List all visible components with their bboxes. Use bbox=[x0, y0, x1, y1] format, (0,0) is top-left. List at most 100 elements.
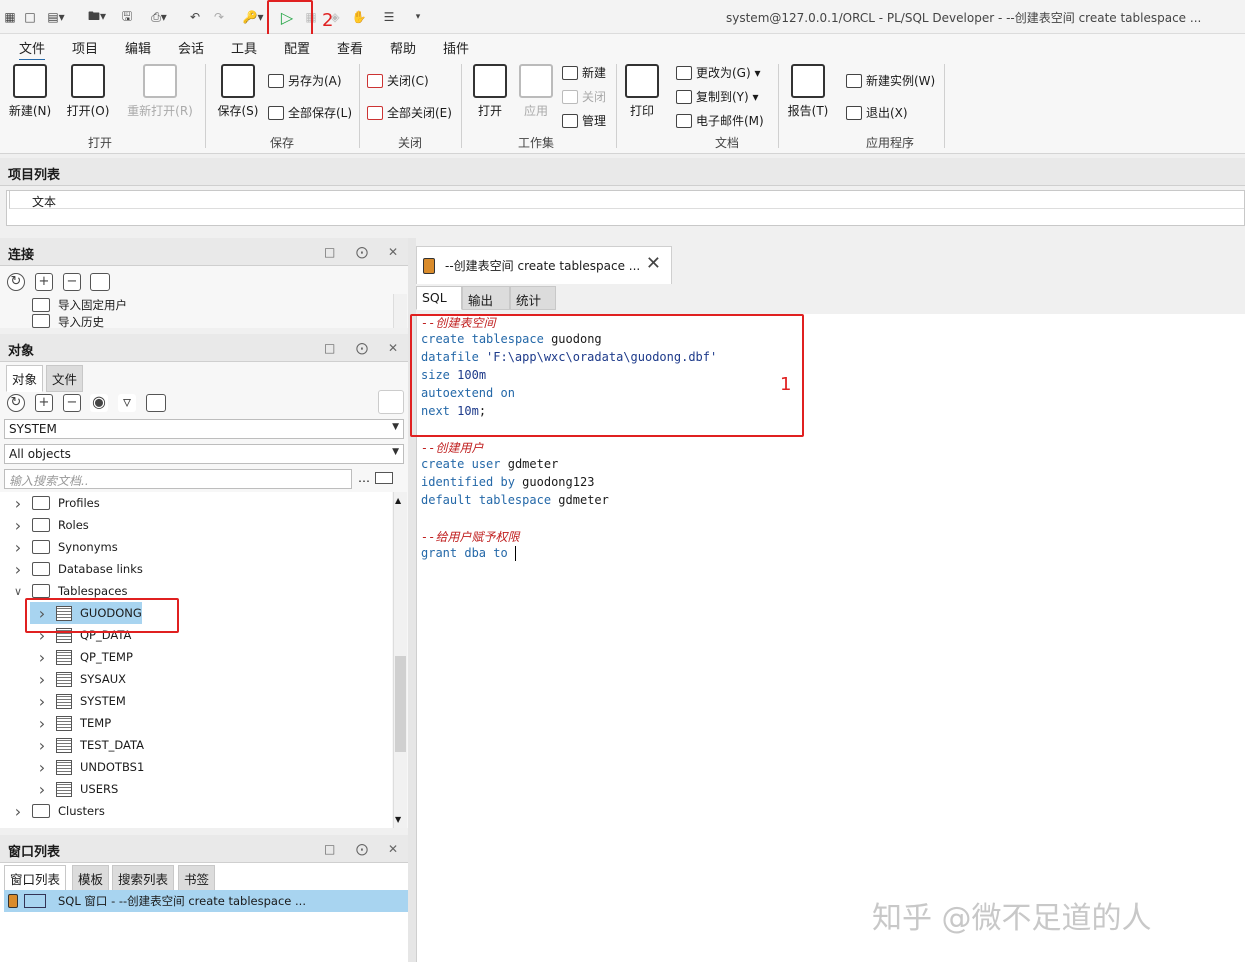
folder-add-icon[interactable] bbox=[146, 394, 166, 412]
save-icon[interactable]: 🖫 bbox=[118, 7, 136, 27]
change-to-button[interactable]: 更改为(G) ▾ bbox=[676, 64, 761, 81]
new-window-icon[interactable]: □ bbox=[20, 7, 40, 27]
document-tab[interactable]: --创建表空间 create tablespace ... ✕ bbox=[416, 246, 672, 284]
close-tab-icon[interactable]: ✕ bbox=[646, 253, 661, 274]
binoculars-icon[interactable]: ◉ bbox=[90, 394, 108, 412]
workset-open-button[interactable]: 打开 bbox=[464, 64, 516, 119]
refresh-icon[interactable]: ↻ bbox=[7, 394, 25, 412]
tree-tablespace-item[interactable]: › USERS bbox=[36, 778, 118, 800]
maximize-icon[interactable]: □ bbox=[324, 341, 335, 355]
workset-close-button[interactable]: 关闭 bbox=[562, 88, 606, 105]
menu-project[interactable]: 项目 bbox=[72, 38, 98, 57]
scroll-down-icon[interactable]: ▼ bbox=[395, 815, 401, 824]
chevron-right-icon[interactable]: › bbox=[36, 780, 48, 799]
new-instance-button[interactable]: 新建实例(W) bbox=[846, 72, 935, 89]
tree-folder-item[interactable]: › Clusters bbox=[12, 800, 105, 822]
refresh-icon[interactable]: ↻ bbox=[7, 273, 25, 291]
tree-tablespace-item[interactable]: › SYSAUX bbox=[36, 668, 126, 690]
list-item[interactable]: 导入历史 bbox=[32, 314, 104, 328]
tab-output[interactable]: 输出 bbox=[462, 286, 510, 310]
chevron-right-icon[interactable]: › bbox=[36, 670, 48, 689]
customize-dropdown-icon[interactable]: ▾ bbox=[412, 7, 424, 27]
menu-help[interactable]: 帮助 bbox=[390, 38, 416, 57]
close-all-button[interactable]: 全部关闭(E) bbox=[367, 104, 452, 121]
tree-folder-item[interactable]: › Profiles bbox=[12, 492, 100, 514]
collapse-all-icon[interactable]: − bbox=[63, 273, 81, 291]
scrollbar[interactable] bbox=[393, 294, 407, 328]
tab-templates[interactable]: 模板 bbox=[72, 865, 110, 892]
tree-folder-item[interactable]: › Roles bbox=[12, 514, 89, 536]
save-button[interactable]: 保存(S) bbox=[212, 64, 264, 119]
save-all-button[interactable]: 全部保存(L) bbox=[268, 104, 352, 121]
reopen-button[interactable]: 重新打开(R) bbox=[124, 64, 196, 119]
chevron-right-icon[interactable]: › bbox=[36, 714, 48, 733]
expand-all-icon[interactable]: + bbox=[35, 273, 53, 291]
close-button[interactable]: 关闭(C) bbox=[367, 72, 429, 89]
search-input[interactable]: 输入搜索文档.. bbox=[4, 469, 352, 489]
scroll-up-icon[interactable]: ▲ bbox=[395, 496, 401, 505]
exit-button[interactable]: 退出(X) bbox=[846, 104, 908, 121]
print-button[interactable]: 打印 bbox=[616, 64, 668, 119]
print-icon[interactable]: ⎙▾ bbox=[142, 7, 176, 27]
tree-tablespace-item[interactable]: › SYSTEM bbox=[36, 690, 126, 712]
chevron-right-icon[interactable]: › bbox=[36, 648, 48, 667]
close-icon[interactable]: ✕ bbox=[388, 842, 398, 856]
tree-tablespace-item[interactable]: › TEMP bbox=[36, 712, 111, 734]
menu-tools[interactable]: 工具 bbox=[231, 38, 257, 57]
list-item[interactable]: 导入固定用户 bbox=[32, 294, 127, 316]
object-tree[interactable]: › Profiles › Roles › Synonyms › Database links ∨… bbox=[0, 492, 392, 828]
tree-folder-item[interactable]: › Synonyms bbox=[12, 536, 118, 558]
redo-icon[interactable]: ↷ bbox=[210, 7, 228, 27]
pin-icon[interactable]: ⨀ bbox=[356, 341, 368, 355]
undo-icon[interactable]: ↶ bbox=[186, 7, 204, 27]
schema-select[interactable]: SYSTEM ▼ bbox=[4, 419, 404, 439]
menu-plugins[interactable]: 插件 bbox=[443, 38, 469, 57]
workset-apply-button[interactable]: 应用 bbox=[510, 64, 562, 119]
folder-add-icon[interactable] bbox=[90, 273, 110, 291]
chevron-right-icon[interactable]: › bbox=[12, 802, 24, 821]
tab-bookmarks[interactable]: 书签 bbox=[178, 865, 216, 892]
chevron-down-icon[interactable]: ∨ bbox=[12, 585, 24, 598]
hand-icon[interactable]: ✋ bbox=[350, 7, 368, 27]
tab-search-list[interactable]: 搜索列表 bbox=[112, 865, 175, 892]
menu-file[interactable]: 文件 bbox=[19, 38, 46, 61]
scrollbar[interactable]: ▲ ▼ bbox=[393, 492, 407, 828]
column-header-text[interactable]: 文本 bbox=[9, 191, 1244, 209]
tree-folder-item[interactable]: › Database links bbox=[12, 558, 143, 580]
more-options-icon[interactable]: … bbox=[358, 471, 370, 485]
maximize-icon[interactable]: □ bbox=[324, 842, 335, 856]
tab-objects[interactable]: 对象 bbox=[6, 365, 44, 392]
menu-config[interactable]: 配置 bbox=[284, 38, 310, 57]
tree-tablespace-item[interactable]: › TEST_DATA bbox=[36, 734, 144, 756]
menu-view[interactable]: 查看 bbox=[337, 38, 363, 57]
window-icon[interactable] bbox=[375, 472, 393, 484]
chevron-right-icon[interactable]: › bbox=[12, 538, 24, 557]
filter-icon[interactable]: ▿ bbox=[118, 394, 136, 412]
expand-all-icon[interactable]: + bbox=[35, 394, 53, 412]
collapse-all-icon[interactable]: − bbox=[63, 394, 81, 412]
chevron-right-icon[interactable]: › bbox=[12, 560, 24, 579]
menu-session[interactable]: 会话 bbox=[178, 38, 204, 57]
new-dropdown-icon[interactable]: ▤▾ bbox=[44, 7, 68, 27]
workset-new-button[interactable]: 新建 bbox=[562, 64, 606, 81]
chevron-right-icon[interactable]: › bbox=[36, 736, 48, 755]
pin-icon[interactable]: ⨀ bbox=[356, 245, 368, 259]
tab-statistics[interactable]: 统计 bbox=[510, 286, 556, 310]
pin-icon[interactable]: ⨀ bbox=[356, 842, 368, 856]
scroll-thumb[interactable] bbox=[395, 656, 406, 752]
email-button[interactable]: 电子邮件(M) bbox=[676, 112, 764, 129]
tree-tablespace-item[interactable]: › UNDOTBS1 bbox=[36, 756, 144, 778]
settings-sliders-icon[interactable]: ☰ bbox=[378, 7, 400, 27]
chevron-right-icon[interactable]: › bbox=[12, 494, 24, 513]
chevron-right-icon[interactable]: › bbox=[12, 516, 24, 535]
close-icon[interactable]: ✕ bbox=[388, 245, 398, 259]
copy-to-button[interactable]: 复制到(Y) ▾ bbox=[676, 88, 759, 105]
chevron-right-icon[interactable]: › bbox=[36, 692, 48, 711]
object-filter-select[interactable]: All objects ▼ bbox=[4, 444, 404, 464]
open-folder-icon[interactable]: 🖿▾ bbox=[80, 7, 114, 27]
tab-window-list[interactable]: 窗口列表 bbox=[4, 865, 67, 892]
new-button[interactable]: 新建(N) bbox=[4, 64, 56, 119]
tree-tablespace-item[interactable]: › QP_TEMP bbox=[36, 646, 133, 668]
key-icon[interactable]: 🔑▾ bbox=[238, 7, 268, 27]
close-icon[interactable]: ✕ bbox=[388, 341, 398, 355]
